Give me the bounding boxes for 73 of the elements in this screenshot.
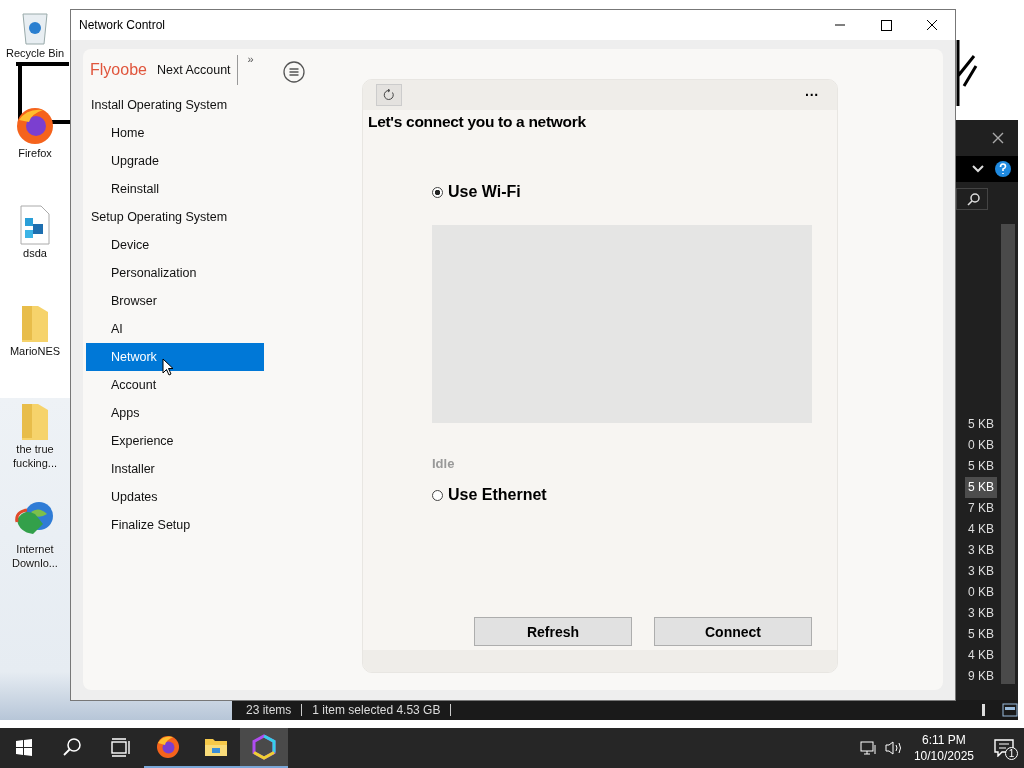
sidebar-group: Setup Operating System bbox=[86, 203, 270, 231]
firefox-icon[interactable] bbox=[15, 106, 55, 146]
file-size[interactable]: 4 KB bbox=[965, 645, 997, 666]
file-size[interactable]: 5 KB bbox=[965, 414, 997, 435]
close-icon[interactable] bbox=[992, 132, 1004, 144]
clock-time[interactable]: 6:11 PM bbox=[922, 732, 966, 748]
window-title: Network Control bbox=[78, 18, 166, 32]
clock-date[interactable]: 10/10/2025 bbox=[913, 748, 974, 764]
sidebar-item[interactable]: Reinstall bbox=[86, 175, 264, 203]
reload-button[interactable] bbox=[376, 84, 402, 106]
sidebar-item[interactable]: Network bbox=[86, 343, 264, 371]
file-size[interactable]: 3 KB bbox=[965, 561, 997, 582]
refresh-button[interactable]: Refresh bbox=[474, 617, 632, 646]
sidebar-item[interactable]: Account bbox=[86, 371, 264, 399]
file-size[interactable]: 4 KB bbox=[965, 519, 997, 540]
file-size[interactable]: 9 KB bbox=[965, 666, 997, 687]
desktop-icon-label: the true fucking... bbox=[12, 442, 58, 470]
scrollbar[interactable] bbox=[1001, 224, 1015, 684]
file-size[interactable]: 0 KB bbox=[965, 582, 997, 603]
connection-status: Idle bbox=[432, 456, 455, 471]
sidebar-item[interactable]: Apps bbox=[86, 399, 264, 427]
search-field[interactable] bbox=[956, 188, 988, 210]
sidebar-item[interactable]: Browser bbox=[86, 287, 264, 315]
folder-icon bbox=[204, 736, 228, 758]
menu-icon[interactable] bbox=[283, 61, 305, 83]
file-size[interactable]: 5 KB bbox=[965, 477, 997, 498]
desktop-icon-label: MarioNES bbox=[9, 344, 61, 358]
radio-circle[interactable] bbox=[432, 489, 443, 501]
wifi-radio[interactable]: Use Wi-Fi bbox=[432, 183, 521, 201]
search-icon bbox=[967, 192, 981, 206]
help-icon[interactable] bbox=[994, 160, 1012, 178]
selection-info: 1 item selected 4.53 GB bbox=[312, 703, 441, 717]
desktop-icon-label: Recycle Bin bbox=[5, 46, 65, 60]
sidebar-item[interactable]: Installer bbox=[86, 455, 264, 483]
radio-circle[interactable] bbox=[432, 186, 443, 198]
sidebar-item[interactable]: Device bbox=[86, 231, 264, 259]
file-size[interactable]: 5 KB bbox=[965, 456, 997, 477]
file-size[interactable]: 7 KB bbox=[965, 498, 997, 519]
sidebar-group: Install Operating System bbox=[86, 91, 270, 119]
tiles-view-icon[interactable] bbox=[1002, 703, 1018, 717]
app-brand: Flyoobe bbox=[90, 61, 147, 79]
connect-button[interactable]: Connect bbox=[654, 617, 812, 646]
taskbar-app[interactable] bbox=[240, 728, 288, 768]
next-account-link[interactable]: Next Account bbox=[156, 63, 231, 77]
file-size[interactable]: 5 KB bbox=[965, 624, 997, 645]
file-size[interactable]: 3 KB bbox=[965, 603, 997, 624]
sidebar-item[interactable]: AI bbox=[86, 315, 264, 343]
notification-count: 1 bbox=[1005, 747, 1018, 760]
sidebar-item[interactable]: Updates bbox=[86, 483, 264, 511]
ethernet-radio[interactable]: Use Ethernet bbox=[432, 486, 547, 504]
document-icon[interactable] bbox=[17, 204, 53, 246]
mouse-cursor-icon bbox=[162, 358, 174, 376]
page-heading: Let's connect you to a network bbox=[367, 112, 587, 131]
file-size[interactable]: 3 KB bbox=[965, 540, 997, 561]
desktop-icon-label: Internet Downlo... bbox=[11, 542, 59, 570]
sidebar-item[interactable]: Finalize Setup bbox=[86, 511, 264, 539]
chevron-down-icon[interactable] bbox=[972, 165, 984, 173]
collapse-toggle[interactable]: » bbox=[247, 53, 254, 65]
volume-icon[interactable] bbox=[883, 740, 904, 756]
desktop-icon-label: Firefox bbox=[18, 146, 52, 160]
notification-icon[interactable] bbox=[994, 739, 1014, 757]
sidebar-item[interactable]: Personalization bbox=[86, 259, 264, 287]
hexagon-icon bbox=[251, 734, 277, 760]
network-icon[interactable] bbox=[859, 740, 878, 756]
file-size[interactable]: 0 KB bbox=[965, 435, 997, 456]
item-count: 23 items bbox=[246, 703, 292, 717]
reload-icon bbox=[383, 89, 395, 101]
sidebar-item[interactable]: Home bbox=[86, 119, 264, 147]
sidebar-item[interactable]: Experience bbox=[86, 427, 264, 455]
firefox-icon bbox=[156, 735, 180, 759]
more-options[interactable]: ··· bbox=[805, 87, 819, 103]
sidebar-item[interactable]: Upgrade bbox=[86, 147, 264, 175]
desktop-icon-label: dsda bbox=[23, 246, 47, 260]
